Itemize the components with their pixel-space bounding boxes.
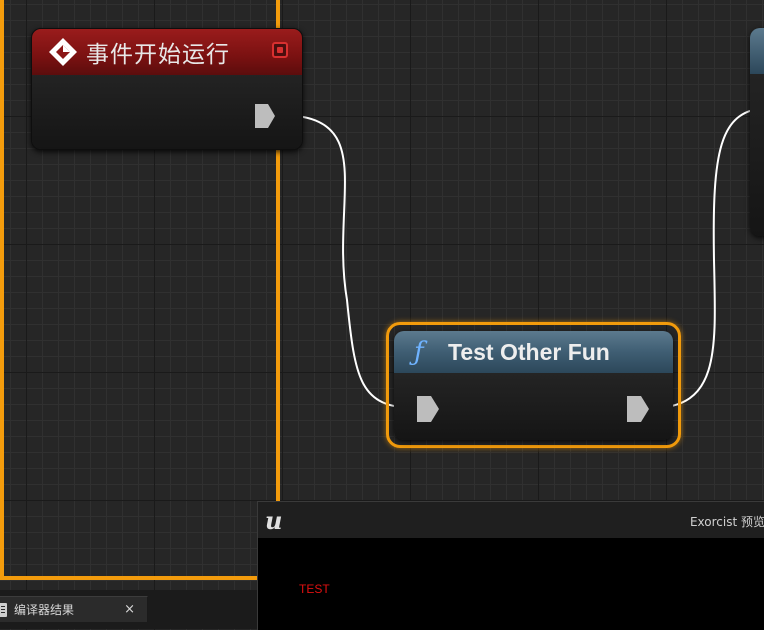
document-icon	[0, 602, 7, 617]
preview-window-title: Exorcist 预览	[689, 515, 764, 529]
event-diamond-icon	[48, 37, 78, 67]
event-begin-play-node[interactable]: 事件开始运行	[31, 28, 303, 150]
compiler-results-tab-label: 编译器结果	[14, 603, 75, 617]
delegate-output-pin[interactable]	[272, 42, 288, 58]
function-node-header[interactable]: ƒ Test Other Fun	[394, 331, 673, 373]
preview-titlebar[interactable]: u Exorcist 预览	[258, 502, 764, 538]
function-icon: ƒ	[414, 337, 424, 367]
game-preview-window[interactable]: u Exorcist 预览 TEST	[257, 501, 764, 630]
function-node-body	[394, 373, 673, 440]
next-node-header[interactable]	[750, 28, 764, 74]
compiler-results-tab[interactable]: 编译器结果 ×	[0, 596, 148, 622]
function-node-title: Test Other Fun	[448, 338, 610, 365]
event-node-body	[32, 75, 302, 149]
next-node-partial[interactable]	[750, 28, 764, 236]
exec-input-pin[interactable]	[416, 395, 440, 423]
event-node-header[interactable]: 事件开始运行	[32, 29, 302, 75]
preview-output-text: TEST	[299, 582, 330, 596]
next-node-body	[750, 74, 764, 236]
exec-output-pin[interactable]	[254, 103, 276, 129]
unreal-logo-icon: u	[265, 505, 283, 535]
exec-output-pin[interactable]	[626, 395, 650, 423]
function-call-node[interactable]: ƒ Test Other Fun	[394, 331, 673, 440]
event-node-title: 事件开始运行	[86, 42, 230, 68]
close-icon[interactable]: ×	[124, 602, 135, 617]
